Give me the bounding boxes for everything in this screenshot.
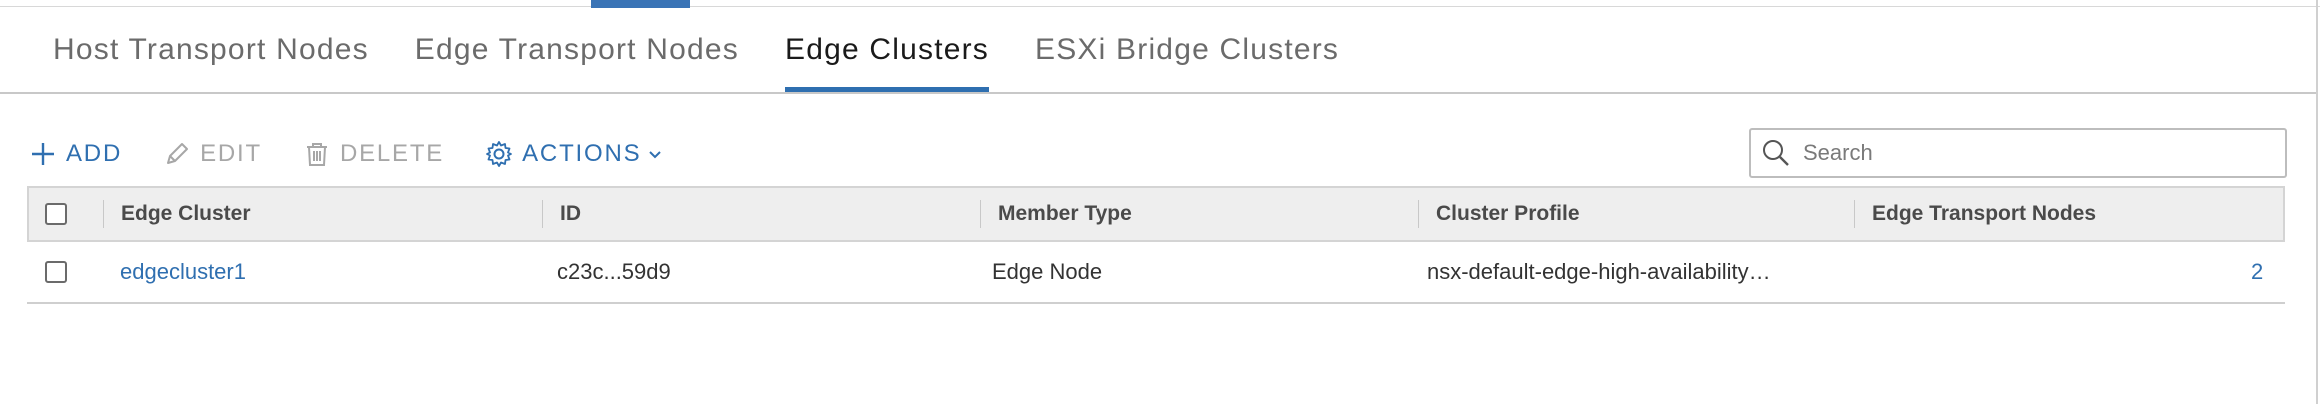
add-label: ADD: [66, 140, 123, 167]
tab-edge-clusters[interactable]: Edge Clusters: [762, 0, 1012, 92]
delete-button[interactable]: DELETE: [302, 139, 444, 169]
gear-icon: [484, 139, 514, 169]
select-all-cell: [45, 188, 67, 240]
chevron-down-icon: [647, 146, 663, 162]
edit-label: EDIT: [200, 140, 262, 167]
trash-icon: [302, 139, 332, 169]
tab-label: Host Transport Nodes: [53, 33, 369, 66]
tab-edge-transport-nodes[interactable]: Edge Transport Nodes: [392, 0, 762, 92]
delete-label: DELETE: [339, 140, 445, 167]
column-header-member-type[interactable]: Member Type: [998, 188, 1132, 240]
action-toolbar: ADD EDIT DELETE ACTIONS: [28, 132, 703, 176]
edge-clusters-page: Host Transport Nodes Edge Transport Node…: [0, 0, 2320, 404]
search-box: [1749, 128, 2287, 178]
add-button[interactable]: ADD: [28, 139, 122, 169]
column-header-edge-cluster[interactable]: Edge Cluster: [121, 188, 251, 240]
edge-clusters-table: Edge Cluster ID Member Type Cluster Prof…: [27, 186, 2285, 304]
tab-host-transport-nodes[interactable]: Host Transport Nodes: [30, 0, 392, 92]
cluster-profile-cell: nsx-default-edge-high-availability…: [1427, 259, 1771, 284]
tab-label: Edge Transport Nodes: [414, 33, 739, 66]
tab-esxi-bridge-clusters[interactable]: ESXi Bridge Clusters: [1012, 0, 1362, 92]
column-separator: [103, 200, 104, 228]
edit-button[interactable]: EDIT: [162, 139, 262, 169]
panel-right-border: [2316, 0, 2318, 404]
pencil-icon: [162, 139, 192, 169]
table-header: Edge Cluster ID Member Type Cluster Prof…: [27, 186, 2285, 242]
column-header-id[interactable]: ID: [560, 188, 581, 240]
column-separator: [1418, 200, 1419, 228]
member-type-cell: Edge Node: [992, 259, 1103, 284]
column-header-edge-transport-nodes[interactable]: Edge Transport Nodes: [1872, 188, 2096, 240]
edge-cluster-link[interactable]: edgecluster1: [120, 242, 246, 302]
actions-label: ACTIONS: [522, 140, 642, 167]
tab-label: Edge Clusters: [784, 33, 990, 66]
column-separator: [542, 200, 543, 228]
column-separator: [1854, 200, 1855, 228]
edge-transport-nodes-count-link[interactable]: 2: [2251, 242, 2263, 302]
search-icon: [1759, 136, 1793, 170]
id-cell: c23c...59d9: [557, 259, 671, 284]
tab-bar: Host Transport Nodes Edge Transport Node…: [30, 0, 1362, 92]
tab-bar-border: [0, 92, 2316, 94]
column-header-cluster-profile[interactable]: Cluster Profile: [1436, 188, 1580, 240]
table-row: edgecluster1 c23c...59d9 Edge Node nsx-d…: [27, 242, 2285, 304]
row-checkbox[interactable]: [45, 261, 67, 283]
actions-dropdown[interactable]: ACTIONS: [484, 139, 663, 169]
column-separator: [980, 200, 981, 228]
select-all-checkbox[interactable]: [45, 203, 67, 225]
plus-icon: [28, 139, 58, 169]
row-select-cell: [45, 242, 67, 302]
search-input[interactable]: [1801, 139, 2275, 167]
tab-label: ESXi Bridge Clusters: [1035, 33, 1340, 66]
